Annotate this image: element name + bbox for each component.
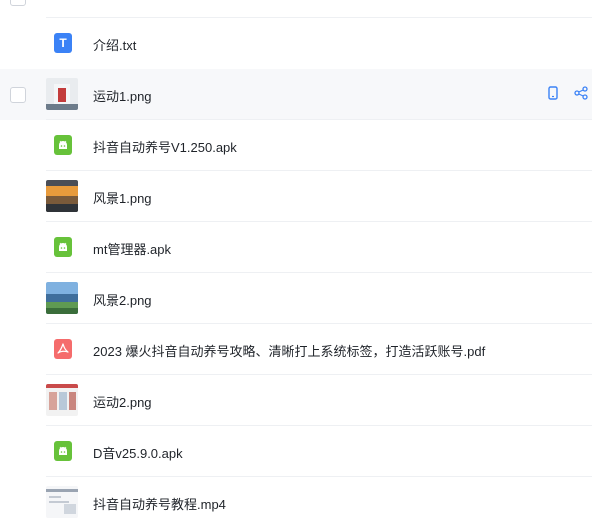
- image-thumbnail: [46, 384, 78, 416]
- file-list: T 介绍.txt 运动1.png 抖音自动养号V1.250.apk 风景1.pn…: [0, 17, 592, 526]
- file-name[interactable]: 2023 爆火抖音自动养号攻略、清晰打上系统标签，打造活跃账号.pdf: [93, 341, 485, 360]
- select-all-checkbox[interactable]: [10, 0, 26, 6]
- share-icon[interactable]: [574, 86, 588, 100]
- file-name[interactable]: 风景2.png: [93, 290, 152, 309]
- file-row[interactable]: 抖音自动养号教程.mp4: [0, 476, 592, 526]
- file-name[interactable]: D音v25.9.0.apk: [93, 443, 183, 462]
- file-name[interactable]: 运动1.png: [93, 86, 152, 105]
- video-thumbnail: [46, 486, 78, 518]
- row-checkbox[interactable]: [10, 87, 26, 103]
- android-icon: [54, 135, 72, 155]
- pdf-icon: [54, 339, 72, 359]
- file-name[interactable]: 运动2.png: [93, 392, 152, 411]
- image-thumbnail: [46, 78, 78, 110]
- file-row[interactable]: T 介绍.txt: [0, 17, 592, 69]
- file-name[interactable]: 介绍.txt: [93, 35, 136, 54]
- file-row[interactable]: 2023 爆火抖音自动养号攻略、清晰打上系统标签，打造活跃账号.pdf: [0, 323, 592, 375]
- mobile-phone-icon[interactable]: [546, 86, 560, 100]
- document-text-icon: T: [54, 33, 72, 53]
- file-row[interactable]: 运动2.png: [0, 374, 592, 426]
- file-row[interactable]: 抖音自动养号V1.250.apk: [0, 119, 592, 171]
- image-thumbnail: [46, 180, 78, 212]
- file-name[interactable]: 风景1.png: [93, 188, 152, 207]
- file-row[interactable]: 运动1.png: [0, 69, 592, 120]
- file-name[interactable]: 抖音自动养号V1.250.apk: [93, 137, 237, 156]
- android-icon: [54, 441, 72, 461]
- file-row[interactable]: mt管理器.apk: [0, 221, 592, 273]
- file-row[interactable]: D音v25.9.0.apk: [0, 425, 592, 477]
- file-row[interactable]: 风景1.png: [0, 170, 592, 222]
- row-actions: [546, 86, 588, 100]
- file-row[interactable]: 风景2.png: [0, 272, 592, 324]
- file-name[interactable]: mt管理器.apk: [93, 239, 171, 258]
- image-thumbnail: [46, 282, 78, 314]
- android-icon: [54, 237, 72, 257]
- file-name[interactable]: 抖音自动养号教程.mp4: [93, 494, 226, 513]
